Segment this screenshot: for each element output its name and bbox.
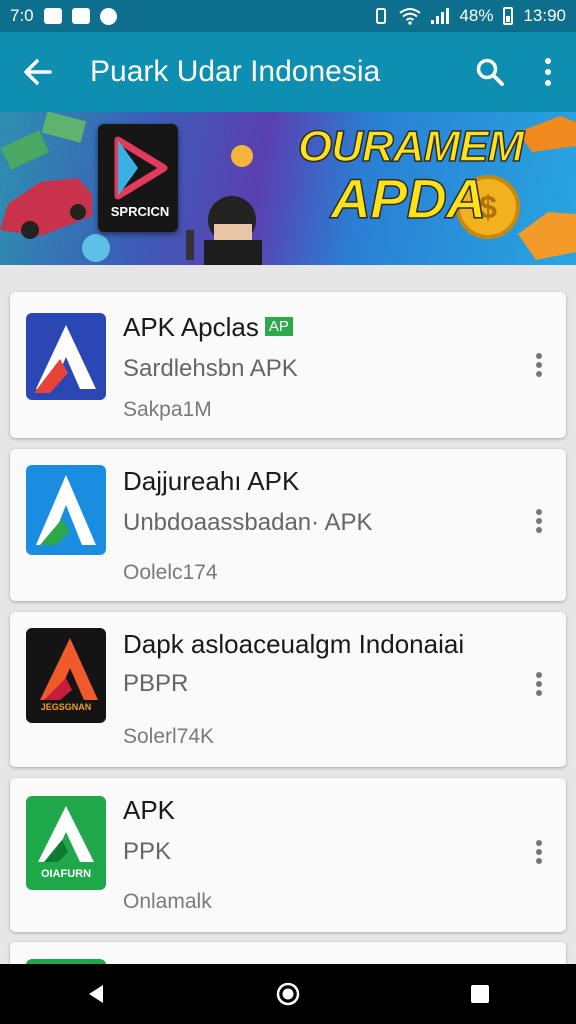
app-card[interactable]: JEGSGNAN Dapk asloaceualgm Indonaiai PBP… bbox=[10, 612, 566, 767]
back-button[interactable] bbox=[0, 32, 76, 112]
app-more-button[interactable] bbox=[524, 832, 554, 872]
app-bar: Puark Udar Indonesia bbox=[0, 32, 576, 112]
vibrate-icon bbox=[376, 8, 387, 24]
banner-logo-text: SPRCICN bbox=[110, 204, 170, 219]
promo-banner[interactable]: $ SPRCICN OURAMEM APDA bbox=[0, 112, 576, 265]
app-title: Dapk asloaceualgm Indonaiai bbox=[123, 629, 465, 659]
app-meta: Solerl74K bbox=[123, 725, 215, 748]
app-icon-caption: JEGSGNAN bbox=[40, 702, 92, 712]
facebook-icon bbox=[71, 8, 90, 24]
apk-a-logo-icon bbox=[26, 465, 106, 555]
app-subtitle: PPK bbox=[123, 838, 172, 865]
app-subtitle: Sardlehsbn APK bbox=[123, 355, 298, 382]
app-more-button[interactable] bbox=[524, 345, 554, 385]
app-title: APK bbox=[123, 795, 176, 825]
app-title: APK Apclas AP bbox=[123, 312, 293, 343]
app-title-text: APK Apclas bbox=[123, 312, 259, 342]
app-icon bbox=[26, 313, 106, 400]
app-more-button[interactable] bbox=[524, 664, 554, 704]
nav-recents-square-icon bbox=[471, 985, 489, 1003]
status-time: 13:90 bbox=[523, 6, 566, 25]
banner-headline-line2: APDA bbox=[330, 167, 487, 230]
status-right: 48% 13:90 bbox=[373, 6, 566, 26]
app-more-button[interactable] bbox=[524, 501, 554, 541]
nav-back-triangle-icon bbox=[89, 985, 103, 1003]
nav-home-button[interactable] bbox=[248, 964, 328, 1024]
app-card[interactable]: OIAFURN APK PPK Onlamalk bbox=[10, 778, 566, 932]
more-vert-icon bbox=[545, 58, 551, 86]
overflow-menu-button[interactable] bbox=[520, 32, 576, 112]
app-icon: JEGSGNAN bbox=[26, 628, 106, 723]
more-vert-icon bbox=[536, 509, 542, 533]
nav-back-button[interactable] bbox=[56, 964, 136, 1024]
banner-headline: OURAMEM APDA bbox=[297, 122, 525, 230]
more-vert-icon bbox=[536, 353, 542, 377]
status-left: 7:0 bbox=[10, 6, 117, 26]
nav-home-circle-icon bbox=[276, 982, 300, 1006]
status-left-text: 7:0 bbox=[10, 6, 34, 25]
app-badge: AP bbox=[264, 316, 293, 336]
banner-headline-line1: OURAMEM bbox=[297, 122, 525, 171]
more-vert-icon bbox=[536, 672, 542, 696]
nav-recents-button[interactable] bbox=[440, 964, 520, 1024]
battery-icon bbox=[503, 7, 514, 25]
app-card[interactable]: Dajjureahı APK Unbdoaassbadan· APK Oolel… bbox=[10, 449, 566, 601]
arrow-left-icon bbox=[24, 59, 52, 85]
app-icon-caption: OIAFURN bbox=[40, 868, 92, 880]
battery-percent: 48% bbox=[459, 6, 494, 25]
system-nav-bar bbox=[0, 964, 576, 1024]
app-icon bbox=[26, 465, 106, 555]
signal-icon bbox=[431, 8, 450, 24]
notification-icon bbox=[43, 8, 62, 24]
search-icon bbox=[476, 58, 504, 86]
app-subtitle: Unbdoaassbadan· APK bbox=[123, 509, 373, 536]
app-subtitle: PBPR bbox=[123, 670, 189, 697]
app-icon: OIAFURN bbox=[26, 796, 106, 890]
search-button[interactable] bbox=[460, 32, 520, 112]
wifi-icon bbox=[399, 8, 422, 25]
app-meta: Sakpa1M bbox=[123, 398, 212, 421]
apk-a-logo-icon bbox=[26, 313, 106, 400]
more-vert-icon bbox=[536, 840, 542, 864]
app-meta: Onlamalk bbox=[123, 890, 212, 913]
chat-icon bbox=[99, 7, 117, 25]
app-card[interactable]: APK Apclas AP Sardlehsbn APK Sakpa1M bbox=[10, 292, 566, 438]
app-title: Dajjureahı APK bbox=[123, 466, 300, 496]
status-bar: 7:0 48% 13:90 bbox=[0, 0, 576, 32]
page-title: Puark Udar Indonesia bbox=[90, 55, 381, 88]
app-meta: Oolelc174 bbox=[123, 561, 218, 584]
